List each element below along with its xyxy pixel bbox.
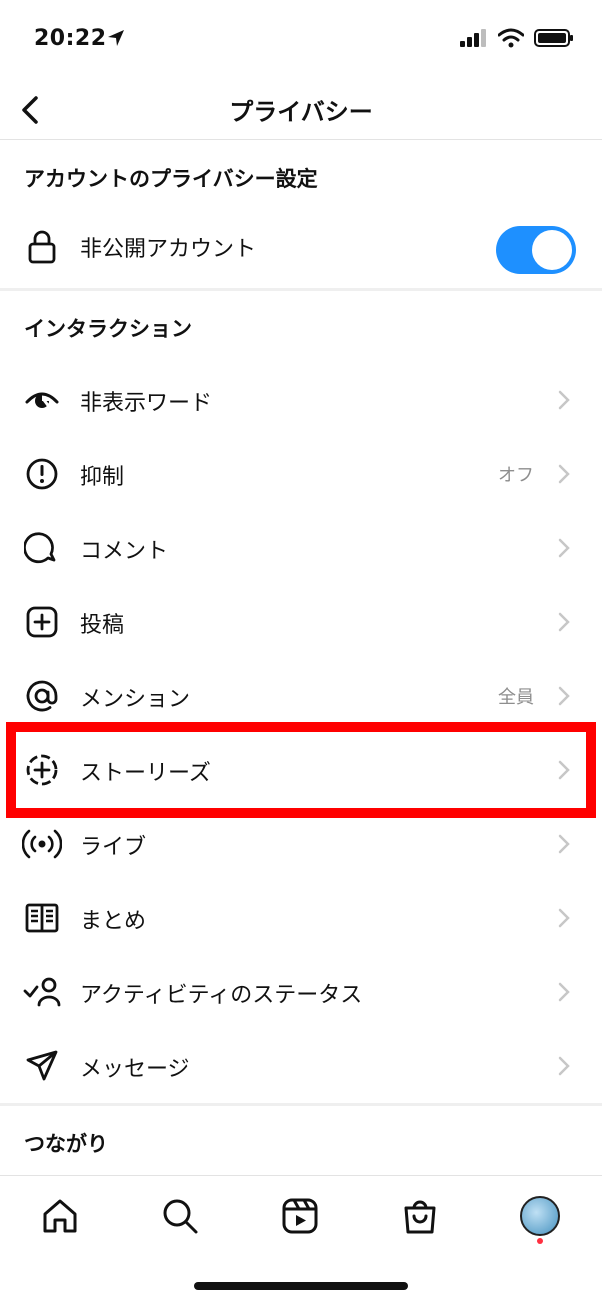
page-title: プライバシー xyxy=(229,98,373,126)
reels-icon xyxy=(282,1198,318,1234)
row-label: 投稿 xyxy=(80,613,125,638)
plus-square-icon xyxy=(22,602,62,642)
row-activity-status[interactable]: アクティビティのステータス xyxy=(0,955,602,1029)
row-messages[interactable]: メッセージ xyxy=(0,1029,602,1103)
row-value: 全員 xyxy=(498,687,534,708)
chevron-right-icon xyxy=(558,390,570,410)
cellular-signal-icon xyxy=(460,29,486,47)
search-icon xyxy=(163,1199,198,1234)
tab-profile[interactable] xyxy=(518,1194,562,1238)
guide-book-icon xyxy=(22,898,62,938)
section-header-account: アカウントのプライバシー設定 xyxy=(24,167,318,191)
lock-icon xyxy=(22,227,62,267)
chevron-right-icon xyxy=(558,538,570,558)
row-live[interactable]: ライブ xyxy=(0,807,602,881)
story-plus-icon xyxy=(22,750,62,790)
section-divider xyxy=(0,288,602,291)
row-value: オフ xyxy=(498,465,534,486)
alert-circle-icon xyxy=(22,454,62,494)
notification-dot xyxy=(537,1238,543,1244)
row-label: 非表示ワード xyxy=(80,391,213,416)
shopping-bag-icon xyxy=(404,1200,436,1234)
section-header-connections: つながり xyxy=(24,1132,108,1156)
chevron-right-icon xyxy=(558,982,570,1002)
row-mentions[interactable]: メンション 全員 xyxy=(0,659,602,733)
row-posts[interactable]: 投稿 xyxy=(0,585,602,659)
at-icon xyxy=(22,676,62,716)
row-stories[interactable]: ストーリーズ xyxy=(0,733,602,807)
battery-icon xyxy=(534,29,573,47)
send-icon xyxy=(22,1046,62,1086)
comment-icon xyxy=(22,528,62,568)
wifi-icon xyxy=(498,28,524,48)
section-header-interaction: インタラクション xyxy=(24,317,192,341)
row-guides[interactable]: まとめ xyxy=(0,881,602,955)
row-hidden-words[interactable]: 非表示ワード xyxy=(0,363,602,437)
live-icon xyxy=(22,824,62,864)
tab-search[interactable] xyxy=(158,1194,202,1238)
status-time: 20:22 xyxy=(34,26,107,51)
row-label: ストーリーズ xyxy=(80,761,211,786)
eye-slash-icon xyxy=(22,380,62,420)
avatar xyxy=(520,1196,560,1236)
chevron-right-icon xyxy=(558,686,570,706)
home-indicator xyxy=(194,1282,408,1290)
private-account-row[interactable]: 非公開アカウント xyxy=(0,205,602,289)
chevron-right-icon xyxy=(558,834,570,854)
chevron-right-icon xyxy=(558,464,570,484)
status-icons xyxy=(460,28,574,48)
row-restrict[interactable]: 抑制 オフ xyxy=(0,437,602,511)
home-icon xyxy=(43,1199,77,1233)
tab-reels[interactable] xyxy=(278,1194,322,1238)
row-label: アクティビティのステータス xyxy=(80,983,363,1008)
row-label: ライブ xyxy=(80,835,147,860)
tab-home[interactable] xyxy=(38,1194,82,1238)
chevron-right-icon xyxy=(558,760,570,780)
status-bar: 20:22 xyxy=(0,0,602,78)
section-divider xyxy=(0,1103,602,1106)
location-arrow-icon xyxy=(108,30,124,46)
row-label: まとめ xyxy=(80,909,147,934)
nav-header: プライバシー xyxy=(0,78,602,140)
toggle-knob xyxy=(532,230,572,270)
row-comments[interactable]: コメント xyxy=(0,511,602,585)
row-label: 抑制 xyxy=(80,465,125,490)
chevron-right-icon xyxy=(558,908,570,928)
row-label: メンション xyxy=(80,687,191,712)
activity-user-icon xyxy=(22,972,62,1012)
row-label: メッセージ xyxy=(80,1057,190,1082)
tab-bar xyxy=(0,1175,602,1255)
row-label: コメント xyxy=(80,539,169,564)
private-account-label: 非公開アカウント xyxy=(80,237,257,262)
chevron-right-icon xyxy=(558,612,570,632)
chevron-right-icon xyxy=(558,1056,570,1076)
private-account-toggle[interactable] xyxy=(496,226,576,274)
tab-shop[interactable] xyxy=(398,1194,442,1238)
